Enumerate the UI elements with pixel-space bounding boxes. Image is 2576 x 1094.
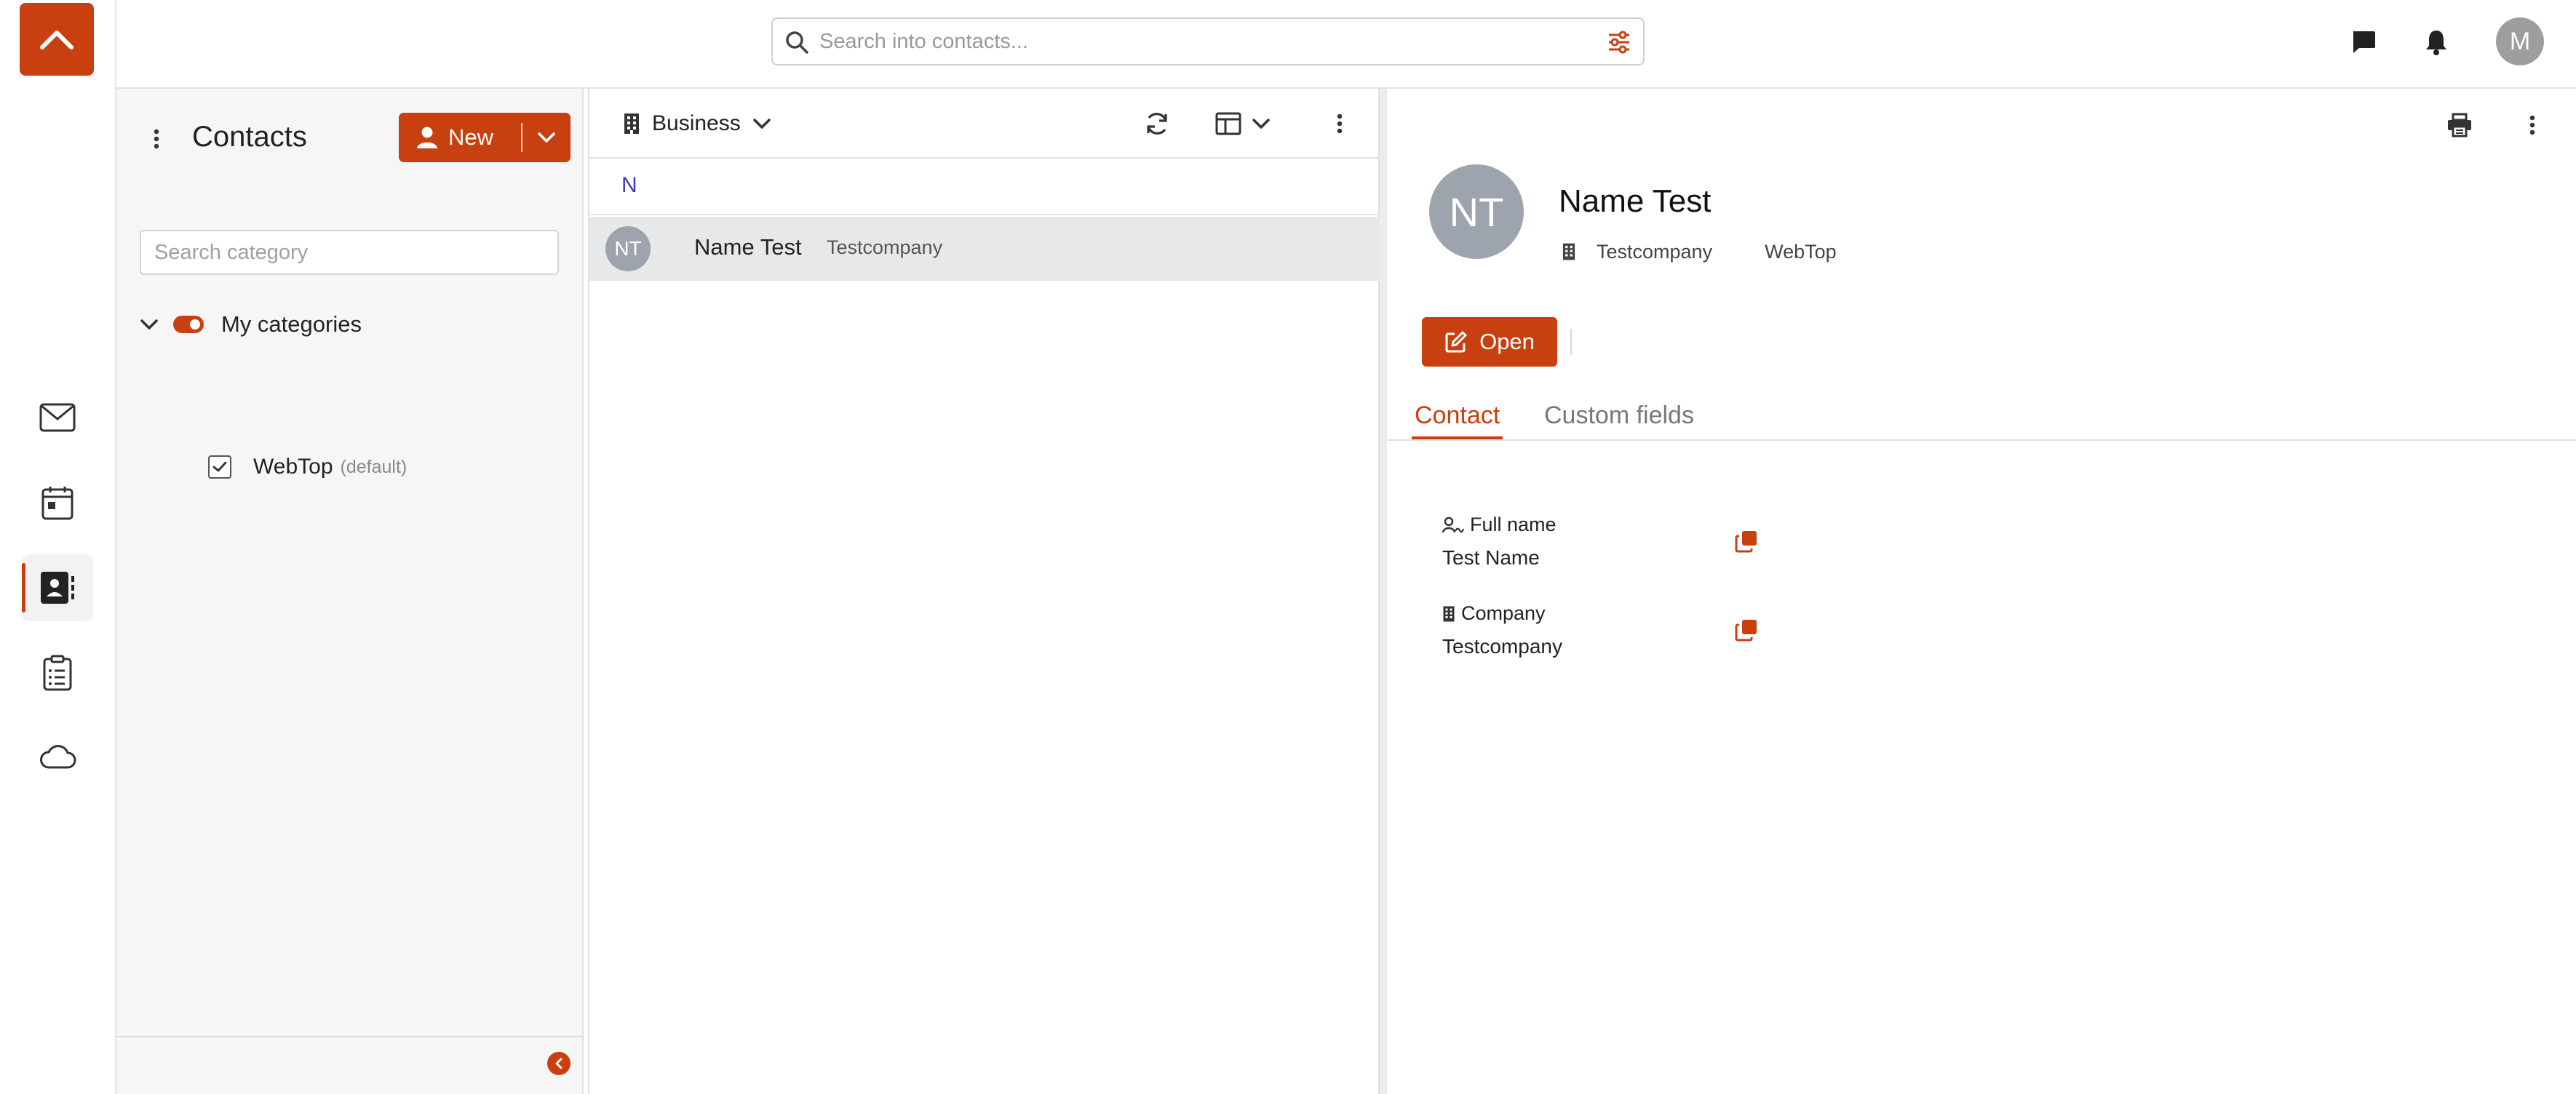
search-input[interactable] — [819, 25, 1576, 58]
chevron-down-icon — [140, 319, 158, 330]
sidebar-title: Contacts — [192, 121, 307, 153]
field-full-name: Full name Test Name — [1442, 514, 1557, 570]
field-value: Testcompany — [1442, 635, 1562, 658]
new-contact-label: New — [448, 124, 494, 150]
more-vertical-icon — [2529, 115, 2535, 135]
contact-name: Name Test — [694, 234, 802, 260]
rail-mail-button[interactable] — [22, 384, 93, 451]
detail-contact-name: Name Test — [1559, 183, 1712, 219]
table-row[interactable]: NT Name Test Testcompany — [589, 217, 1380, 281]
copy-icon — [1735, 620, 1757, 642]
calendar-icon — [41, 487, 73, 520]
contact-list-panel: Business N NT Name Test Testcompany — [588, 89, 1380, 1094]
print-button[interactable] — [2444, 109, 2476, 141]
field-label: Company — [1461, 602, 1546, 624]
edit-icon — [1445, 331, 1467, 353]
field-company: Company Testcompany — [1442, 602, 1562, 658]
chevron-down-icon — [538, 132, 555, 143]
notifications-button[interactable] — [2418, 24, 2454, 60]
category-default-tag: (default) — [340, 456, 408, 477]
field-label: Full name — [1470, 514, 1557, 535]
open-contact-label: Open — [1479, 329, 1535, 354]
building-icon — [1443, 606, 1455, 621]
group-visibility-toggle[interactable] — [173, 316, 204, 333]
category-group-my-categories: My categories — [138, 308, 362, 340]
panel-splitter[interactable] — [1380, 89, 1387, 1094]
cloud-icon — [40, 745, 76, 769]
rail-calendar-button[interactable] — [22, 469, 93, 536]
printer-icon — [2448, 113, 2471, 137]
category-search-input[interactable] — [140, 230, 559, 275]
new-contact-button-group: New — [399, 113, 571, 162]
layout-button[interactable] — [1208, 106, 1278, 141]
chevron-down-icon — [752, 119, 771, 129]
tab-custom-fields[interactable]: Custom fields — [1544, 402, 1694, 439]
contact-detail-panel: NT Name Test Testcompany WebTop Open Con… — [1387, 89, 2576, 1094]
contact-company: Testcompany — [827, 236, 943, 258]
view-selector[interactable]: Business — [623, 109, 771, 138]
building-icon — [624, 113, 639, 134]
detail-subtitle: Testcompany WebTop — [1559, 237, 1837, 266]
toolbar-separator — [1570, 329, 1572, 355]
detail-company: Testcompany — [1597, 240, 1713, 263]
new-contact-button[interactable]: New — [399, 113, 521, 162]
tasks-icon — [43, 655, 72, 691]
refresh-icon — [1147, 113, 1167, 135]
copy-company-button[interactable] — [1732, 615, 1761, 644]
field-value: Test Name — [1442, 546, 1540, 569]
app-rail — [0, 0, 116, 1094]
view-selector-label: Business — [652, 111, 741, 135]
search-icon — [786, 31, 808, 54]
chevron-left-icon — [555, 1058, 562, 1069]
copy-full-name-button[interactable] — [1732, 527, 1761, 556]
layout-columns-icon — [1215, 112, 1241, 135]
user-avatar[interactable]: M — [2496, 17, 2544, 65]
tab-contact[interactable]: Contact — [1412, 402, 1503, 439]
global-search — [771, 17, 1645, 65]
chevron-down-icon — [1252, 119, 1270, 129]
check-icon — [212, 461, 227, 472]
detail-category: WebTop — [1765, 240, 1837, 263]
list-group-header: N — [589, 160, 1380, 215]
list-toolbar: Business — [589, 89, 1380, 159]
logo-chevron-icon — [40, 31, 73, 49]
contact-avatar: NT — [605, 226, 651, 271]
list-more-button[interactable] — [1329, 106, 1351, 141]
app-logo[interactable] — [20, 3, 94, 76]
detail-more-button[interactable] — [2516, 109, 2548, 141]
category-checkbox[interactable] — [208, 455, 231, 479]
sidebar-footer-divider — [116, 1036, 582, 1037]
rail-contacts-button[interactable] — [22, 554, 93, 621]
filter-settings-icon[interactable] — [1607, 30, 1631, 55]
contacts-icon — [41, 572, 74, 604]
bell-icon — [2426, 31, 2446, 55]
refresh-button[interactable] — [1140, 106, 1174, 141]
chat-button[interactable] — [2345, 24, 2382, 60]
building-icon — [1559, 241, 1579, 262]
detail-tabs: Contact Custom fields — [1387, 393, 2576, 441]
category-item-webtop[interactable]: WebTop (default) — [208, 451, 407, 483]
category-name: WebTop — [253, 455, 333, 479]
signature-icon — [1442, 516, 1464, 532]
group-letter: N — [621, 173, 637, 197]
mail-icon — [39, 403, 76, 432]
category-group-label: My categories — [221, 311, 362, 337]
contacts-sidebar: Contacts New My categories WebTop (defau… — [116, 89, 584, 1094]
sidebar-menu-button[interactable] — [146, 122, 167, 156]
group-collapse-toggle[interactable] — [138, 314, 160, 335]
detail-avatar: NT — [1429, 164, 1524, 259]
top-bar: M — [116, 0, 2576, 89]
new-contact-dropdown-button[interactable] — [522, 113, 571, 162]
rail-cloud-button[interactable] — [22, 723, 93, 790]
collapse-sidebar-button[interactable] — [547, 1052, 571, 1075]
more-vertical-icon — [1337, 113, 1343, 134]
copy-icon — [1735, 531, 1757, 553]
person-icon — [417, 127, 437, 148]
chat-icon — [2353, 31, 2375, 53]
more-vertical-icon — [154, 129, 159, 149]
open-contact-button[interactable]: Open — [1422, 317, 1557, 367]
rail-tasks-button[interactable] — [22, 639, 93, 706]
